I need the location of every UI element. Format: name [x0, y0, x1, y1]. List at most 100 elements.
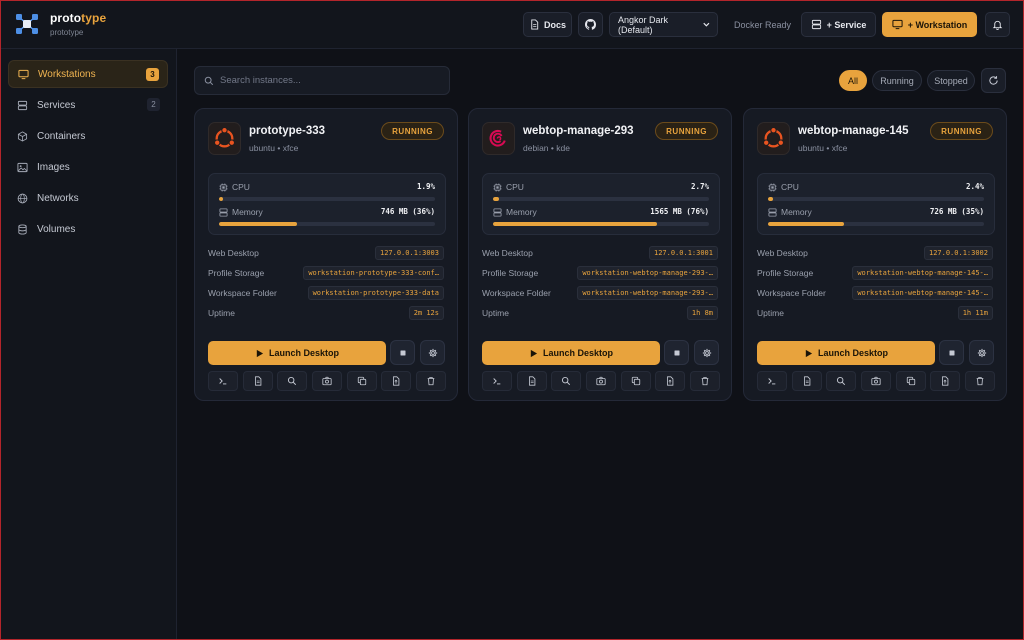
monitor-icon [18, 69, 29, 79]
stop-button[interactable] [664, 340, 689, 365]
sidebar-item-label: Services [37, 99, 76, 111]
stop-icon [400, 350, 405, 355]
sidebar-item-images[interactable]: Images [8, 153, 168, 181]
terminal-button[interactable] [757, 371, 787, 391]
delete-button[interactable] [415, 371, 446, 391]
profile-storage-value: workstation-webtop-manage-293-… [577, 266, 718, 280]
settings-button[interactable] [969, 340, 994, 365]
cpu-bar-fill [768, 197, 774, 201]
logs-icon [803, 376, 810, 386]
export-button[interactable] [381, 371, 412, 391]
profile-storage-label: Profile Storage [482, 268, 539, 278]
filter-running[interactable]: Running [872, 70, 922, 91]
sidebar-item-workstations[interactable]: Workstations 3 [8, 60, 168, 88]
delete-icon [701, 377, 709, 386]
terminal-button[interactable] [208, 371, 238, 391]
docker-status: Docker Ready [733, 19, 791, 30]
notifications-button[interactable] [985, 12, 1010, 37]
add-service-label: + Service [826, 19, 867, 30]
uptime-label: Uptime [482, 308, 509, 318]
filter-all[interactable]: All [839, 70, 867, 91]
snapshot-button[interactable] [860, 371, 891, 391]
workstation-os: ubuntu • xfce [249, 143, 299, 153]
workspace-folder-row: Workspace Folder workstation-prototype-3… [208, 285, 444, 301]
terminal-button[interactable] [482, 371, 512, 391]
theme-select[interactable]: Angkor Dark (Default) [608, 12, 718, 37]
github-button[interactable] [577, 12, 603, 37]
stop-icon [674, 350, 679, 355]
cpu-bar [219, 197, 435, 201]
sidebar-item-services[interactable]: Services 2 [8, 91, 168, 119]
inspect-button[interactable] [551, 371, 582, 391]
workspace-folder-label: Workspace Folder [208, 288, 277, 298]
stop-button[interactable] [390, 340, 415, 365]
add-service-button[interactable]: + Service [801, 12, 876, 37]
add-workstation-button[interactable]: + Workstation [882, 12, 977, 37]
inspect-button[interactable] [826, 371, 857, 391]
inspect-button[interactable] [277, 371, 308, 391]
sidebar-item-networks[interactable]: Networks [8, 184, 168, 212]
monitor-icon [892, 19, 903, 30]
workstation-name: webtop-manage-293 [523, 125, 634, 137]
refresh-button[interactable] [981, 68, 1006, 93]
clone-button[interactable] [346, 371, 377, 391]
launch-desktop-button[interactable]: Launch Desktop [208, 341, 386, 365]
status-badge: RUNNING [381, 122, 444, 140]
filter-stopped[interactable]: Stopped [927, 70, 975, 91]
delete-icon [427, 377, 435, 386]
profile-storage-label: Profile Storage [757, 268, 814, 278]
snapshot-button[interactable] [585, 371, 616, 391]
uptime-row: Uptime 1h 11m [757, 305, 993, 321]
clone-button[interactable] [895, 371, 926, 391]
cube-icon [17, 130, 28, 142]
delete-icon [976, 377, 984, 386]
profile-storage-value: workstation-webtop-manage-145-… [852, 266, 993, 280]
inspect-icon [562, 376, 571, 386]
logs-button[interactable] [516, 371, 547, 391]
export-button[interactable] [930, 371, 961, 391]
snapshot-button[interactable] [311, 371, 342, 391]
web-desktop-label: Web Desktop [482, 248, 533, 258]
launch-desktop-button[interactable]: Launch Desktop [757, 341, 935, 365]
settings-button[interactable] [694, 340, 719, 365]
logs-button[interactable] [242, 371, 273, 391]
clone-button[interactable] [620, 371, 651, 391]
sidebar-item-label: Images [37, 161, 70, 173]
network-nodes-icon [16, 14, 38, 34]
image-icon [17, 162, 28, 172]
export-button[interactable] [655, 371, 686, 391]
web-desktop-url[interactable]: 127.0.0.1:3001 [648, 246, 718, 260]
web-desktop-url[interactable]: 127.0.0.1:3002 [923, 246, 993, 260]
clone-icon [357, 376, 366, 386]
logs-button[interactable] [791, 371, 822, 391]
settings-button[interactable] [420, 340, 445, 365]
search-box[interactable] [194, 66, 450, 95]
memory-bar-fill [219, 222, 297, 226]
cpu-bar [493, 197, 709, 201]
memory-metric: Memory 746 MB (36%) [219, 207, 435, 229]
memory-metric: Memory 726 MB (35%) [768, 207, 984, 229]
profile-storage-label: Profile Storage [208, 268, 265, 278]
delete-button[interactable] [964, 371, 995, 391]
memory-label: Memory [506, 207, 537, 217]
cpu-bar-fill [219, 197, 224, 201]
memory-value: 1565 MB (76%) [650, 207, 709, 216]
export-icon [942, 376, 949, 386]
brand[interactable]: prototype prototype [14, 11, 106, 37]
memory-icon [493, 207, 502, 217]
sidebar-item-label: Containers [37, 130, 86, 142]
sidebar-item-containers[interactable]: Containers [8, 122, 168, 150]
docs-button[interactable]: Docs [522, 12, 572, 37]
search-input[interactable] [220, 75, 440, 86]
top-header: prototype prototype Docs Angkor Dark (De… [0, 0, 1024, 49]
stop-button[interactable] [939, 340, 964, 365]
export-icon [667, 376, 674, 386]
web-desktop-url[interactable]: 127.0.0.1:3003 [374, 246, 444, 260]
workspace-folder-label: Workspace Folder [757, 288, 826, 298]
sidebar-item-label: Volumes [37, 223, 76, 235]
play-icon [805, 349, 813, 357]
github-icon [584, 19, 596, 30]
launch-desktop-button[interactable]: Launch Desktop [482, 341, 660, 365]
sidebar-item-volumes[interactable]: Volumes [8, 215, 168, 243]
delete-button[interactable] [689, 371, 720, 391]
